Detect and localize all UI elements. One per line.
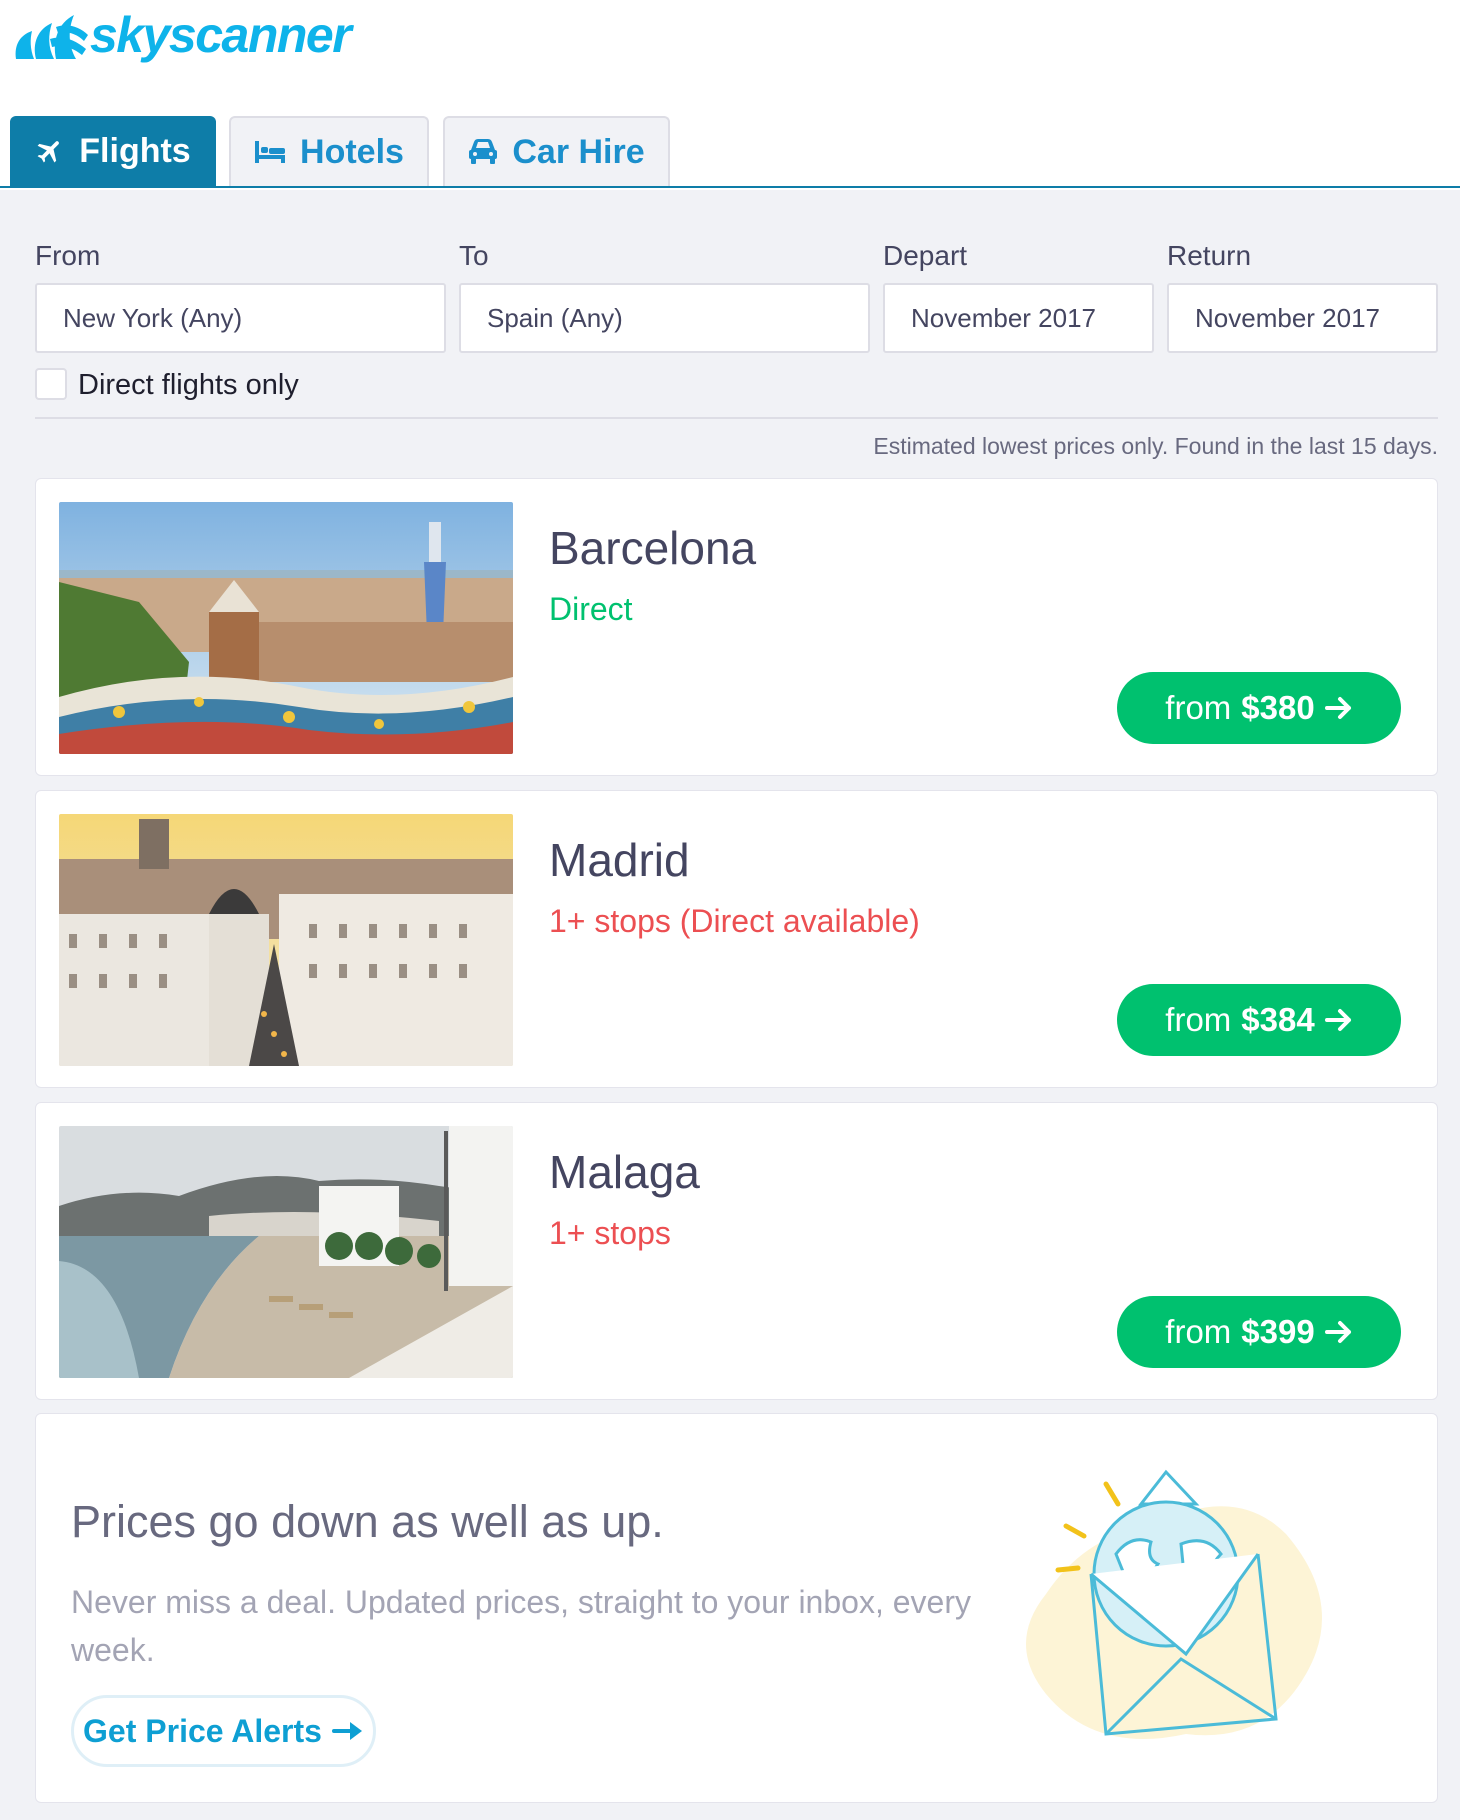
city-name: Barcelona [549,522,757,574]
stops-info: 1+ stops [549,1215,671,1251]
depart-label: Depart [883,240,968,271]
direct-flights-label[interactable]: Direct flights only [78,369,299,402]
tab-hotels[interactable]: Hotels [229,116,429,186]
get-price-alerts-button[interactable]: Get Price Alerts [71,1695,376,1767]
depart-field[interactable]: November 2017 [883,283,1154,353]
plane-icon [37,141,60,163]
skyscanner-logo[interactable]: skyscanner [10,6,352,64]
to-field[interactable]: Spain (Any) [459,283,870,353]
price-alert-card: Prices go down as well as up. Never miss… [35,1413,1438,1803]
car-icon [469,139,498,164]
site-header: skyscanner Flights Hotels Car Hire [0,0,1460,190]
result-card-malaga[interactable]: Malaga 1+ stops from $399 [35,1102,1438,1400]
arrow-right-icon [1324,1009,1351,1031]
arrow-right-icon [1324,697,1351,719]
result-card-barcelona[interactable]: Barcelona Direct from $380 [35,478,1438,776]
price-value: $384 [1241,1001,1315,1038]
price-button[interactable]: from $380 [1117,672,1401,744]
sun-cloud-icon [15,15,88,59]
return-field[interactable]: November 2017 [1167,283,1438,353]
price-prefix: from [1165,1001,1232,1038]
barcelona-park-guell-photo[interactable] [59,502,513,754]
price-disclaimer: Estimated lowest prices only. Found in t… [873,433,1438,459]
malaga-beach-photo[interactable] [59,1126,513,1378]
price-value: $380 [1241,689,1315,726]
return-label: Return [1167,240,1252,271]
stops-info: 1+ stops (Direct available) [549,903,920,939]
from-label: From [35,240,101,271]
price-button[interactable]: from $399 [1117,1296,1401,1368]
city-name: Malaga [549,1146,700,1198]
arrow-right-icon [331,1722,362,1740]
tab-underline [0,186,1460,188]
result-card-madrid[interactable]: Madrid 1+ stops (Direct available) from … [35,790,1438,1088]
price-button[interactable]: from $384 [1117,984,1401,1056]
get-price-alerts-label: Get Price Alerts [83,1712,322,1749]
divider [35,417,1438,419]
globe-envelope-illustration [1026,1469,1322,1739]
tab-car-hire-label: Car Hire [512,132,645,171]
stops-info: Direct [549,591,633,627]
direct-flights-checkbox[interactable] [35,368,67,400]
tab-flights[interactable]: Flights [10,116,216,186]
price-value: $399 [1241,1313,1315,1350]
price-prefix: from [1165,1313,1232,1350]
bed-icon [255,141,286,163]
madrid-gran-via-photo[interactable] [59,814,513,1066]
price-alert-title: Prices go down as well as up. [71,1496,664,1547]
tab-hotels-label: Hotels [300,132,404,171]
tab-car-hire[interactable]: Car Hire [443,116,670,186]
price-prefix: from [1165,689,1232,726]
city-name: Madrid [549,834,690,886]
tab-flights-label: Flights [79,131,191,170]
from-field[interactable]: New York (Any) [35,283,446,353]
price-alert-body: Never miss a deal. Updated prices, strai… [71,1584,971,1668]
to-label: To [459,240,489,271]
arrow-right-icon [1324,1321,1351,1343]
brand-name: skyscanner [90,7,352,63]
